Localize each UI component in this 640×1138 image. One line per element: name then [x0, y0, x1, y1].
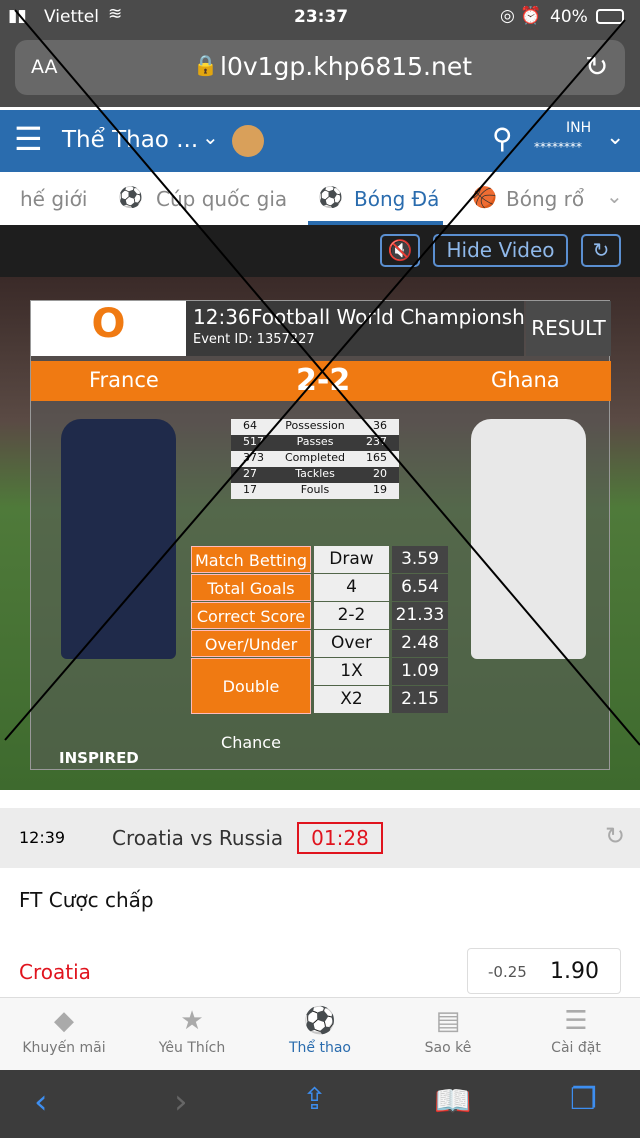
cross-overlay: [4, 9, 640, 746]
